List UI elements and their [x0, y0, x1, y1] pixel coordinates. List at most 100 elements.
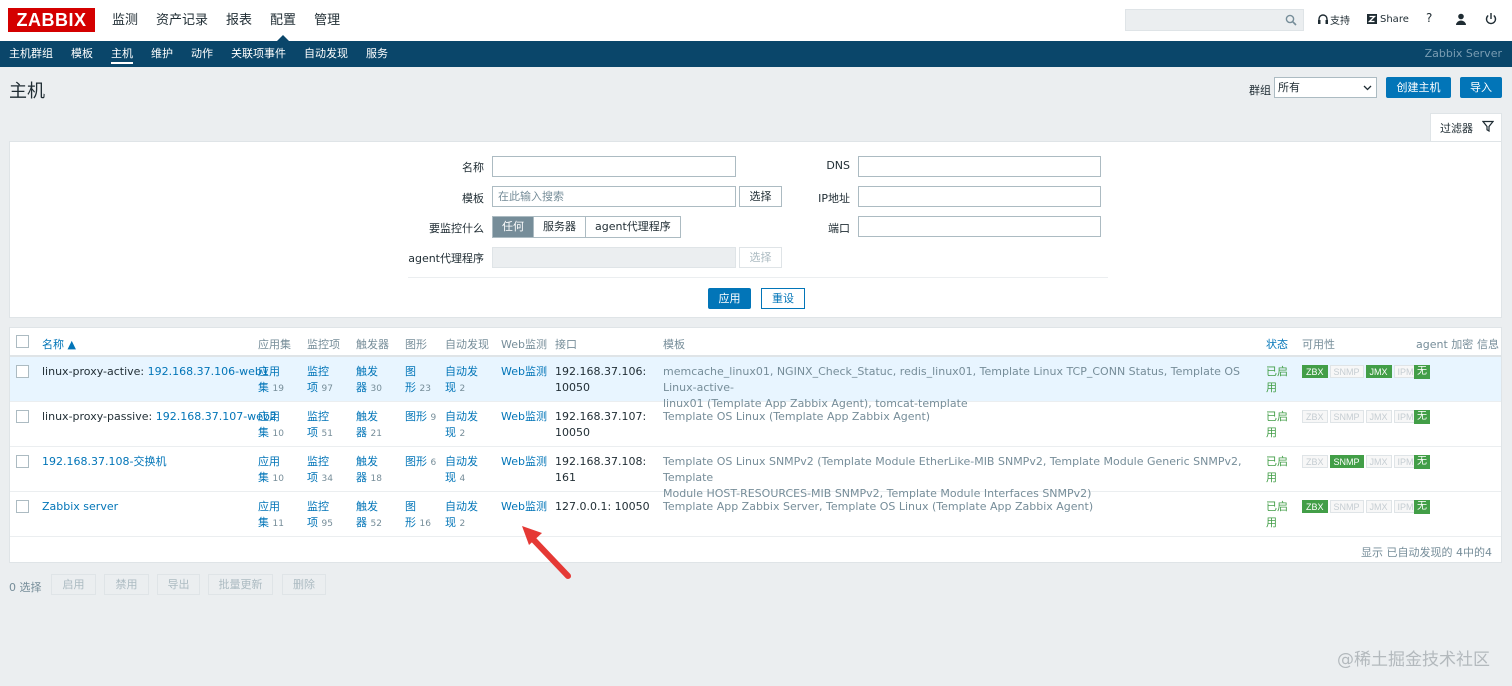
- name-input[interactable]: [492, 156, 736, 177]
- discovery-link[interactable]: 自动发现 2: [445, 499, 478, 532]
- submenu-correlation[interactable]: 关联项事件: [231, 41, 286, 67]
- web-monitoring-link[interactable]: Web监测: [501, 364, 547, 380]
- triggers-link[interactable]: 触发器 52: [356, 499, 382, 532]
- global-search-input[interactable]: [1125, 9, 1304, 31]
- interface-cell: 192.168.37.108: 161: [555, 455, 647, 484]
- share-link[interactable]: Share: [1366, 12, 1409, 26]
- snmp-badge: SNMP: [1329, 365, 1364, 378]
- support-link[interactable]: 支持: [1316, 12, 1350, 27]
- group-select[interactable]: 所有: [1274, 77, 1377, 98]
- items-link[interactable]: 监控项 95: [307, 499, 333, 532]
- submenu-actions[interactable]: 动作: [191, 41, 213, 67]
- monitored-proxy-option[interactable]: agent代理程序: [586, 217, 680, 237]
- templates-cell[interactable]: Template App Zabbix Server, Template OS …: [663, 499, 1261, 515]
- items-link[interactable]: 监控项 34: [307, 454, 333, 487]
- power-icon: [1485, 13, 1497, 25]
- hosts-table: 名称 ▲ 应用集 监控项 触发器 图形 自动发现 Web监测 接口 模板 状态 …: [9, 327, 1502, 563]
- applications-link[interactable]: 应用集 11: [258, 499, 284, 532]
- headset-icon: [1318, 13, 1328, 24]
- column-encryption: agent 加密: [1416, 338, 1474, 351]
- column-applications: 应用集: [258, 338, 291, 351]
- discovery-link[interactable]: 自动发现 4: [445, 454, 478, 487]
- graphs-link[interactable]: 图形 9: [405, 409, 436, 426]
- submenu-hosts[interactable]: 主机: [111, 41, 133, 67]
- support-label: 支持: [1330, 16, 1350, 27]
- user-profile-button[interactable]: [1454, 12, 1468, 26]
- select-all-checkbox[interactable]: [16, 335, 29, 348]
- triggers-link[interactable]: 触发器 18: [356, 454, 382, 487]
- status-enabled-link[interactable]: 已启用: [1266, 364, 1288, 396]
- templates-cell[interactable]: Template OS Linux (Template App Zabbix A…: [663, 409, 1261, 425]
- reset-button[interactable]: 重设: [761, 288, 805, 309]
- triggers-link[interactable]: 触发器 21: [356, 409, 382, 442]
- search-icon[interactable]: [1285, 14, 1297, 26]
- mass-update-button[interactable]: 批量更新: [208, 574, 273, 595]
- submenu-services[interactable]: 服务: [366, 41, 388, 67]
- dns-input[interactable]: [858, 156, 1101, 177]
- submenu-templates[interactable]: 模板: [71, 41, 93, 67]
- web-monitoring-link[interactable]: Web监测: [501, 454, 547, 470]
- column-name[interactable]: 名称 ▲: [42, 336, 76, 352]
- sign-out-button[interactable]: [1484, 12, 1498, 26]
- applications-link[interactable]: 应用集 10: [258, 409, 284, 442]
- column-interface: 接口: [555, 338, 577, 351]
- snmp-badge: SNMP: [1329, 410, 1364, 423]
- jmx-badge: JMX: [1365, 455, 1392, 468]
- encryption-badge: 无: [1414, 500, 1430, 514]
- discovery-link[interactable]: 自动发现 2: [445, 364, 478, 397]
- graphs-link[interactable]: 图形 6: [405, 454, 436, 471]
- apply-button[interactable]: 应用: [708, 288, 751, 309]
- filter-tab[interactable]: 过滤器: [1430, 113, 1502, 141]
- row-checkbox[interactable]: [16, 365, 29, 378]
- filter-tab-label: 过滤器: [1440, 122, 1473, 135]
- row-checkbox[interactable]: [16, 455, 29, 468]
- menu-monitoring[interactable]: 监测: [112, 0, 138, 41]
- items-link[interactable]: 监控项 51: [307, 409, 333, 442]
- submenu-discovery[interactable]: 自动发现: [304, 41, 348, 67]
- disable-button[interactable]: 禁用: [104, 574, 149, 595]
- web-monitoring-link[interactable]: Web监测: [501, 499, 547, 515]
- ip-input[interactable]: [858, 186, 1101, 207]
- submenu-maintenance[interactable]: 维护: [151, 41, 173, 67]
- group-label: 群组: [1249, 84, 1271, 97]
- delete-button[interactable]: 删除: [282, 574, 326, 595]
- template-select-button[interactable]: 选择: [739, 186, 782, 207]
- submenu-host-groups[interactable]: 主机群组: [9, 41, 53, 67]
- import-button[interactable]: 导入: [1460, 77, 1502, 98]
- graphs-link[interactable]: 图形 16: [405, 499, 431, 532]
- column-status[interactable]: 状态: [1266, 336, 1288, 352]
- help-button[interactable]: ?: [1426, 11, 1432, 25]
- zabbix-logo[interactable]: ZABBIX: [8, 8, 95, 32]
- chevron-down-icon: [1363, 85, 1372, 91]
- enable-button[interactable]: 启用: [51, 574, 96, 595]
- status-enabled-link[interactable]: 已启用: [1266, 499, 1288, 531]
- applications-link[interactable]: 应用集 10: [258, 454, 284, 487]
- host-name-cell: 192.168.37.108-交换机: [42, 454, 166, 470]
- triggers-link[interactable]: 触发器 30: [356, 364, 382, 397]
- port-input[interactable]: [858, 216, 1101, 237]
- host-name-link[interactable]: 192.168.37.106-web1: [148, 365, 269, 378]
- monitored-any-option[interactable]: 任何: [493, 217, 534, 237]
- interface-cell: 192.168.37.106: 10050: [555, 365, 647, 394]
- monitored-server-option[interactable]: 服务器: [534, 217, 586, 237]
- template-input[interactable]: 在此输入搜索: [492, 186, 736, 207]
- menu-inventory[interactable]: 资产记录: [156, 0, 208, 41]
- proxy-input[interactable]: [492, 247, 736, 268]
- menu-administration[interactable]: 管理: [314, 0, 340, 41]
- export-button[interactable]: 导出: [157, 574, 200, 595]
- host-name-link[interactable]: Zabbix server: [42, 500, 118, 513]
- menu-reports[interactable]: 报表: [226, 0, 252, 41]
- create-host-button[interactable]: 创建主机: [1386, 77, 1451, 98]
- applications-link[interactable]: 应用集 19: [258, 364, 284, 397]
- host-name-link[interactable]: 192.168.37.108-交换机: [42, 455, 166, 468]
- discovery-link[interactable]: 自动发现 2: [445, 409, 478, 442]
- row-checkbox[interactable]: [16, 410, 29, 423]
- row-checkbox[interactable]: [16, 500, 29, 513]
- status-enabled-link[interactable]: 已启用: [1266, 454, 1288, 486]
- web-monitoring-link[interactable]: Web监测: [501, 409, 547, 425]
- menu-configuration[interactable]: 配置: [270, 0, 296, 41]
- graphs-link[interactable]: 图形 23: [405, 364, 431, 397]
- proxy-select-button[interactable]: 选择: [739, 247, 782, 268]
- status-enabled-link[interactable]: 已启用: [1266, 409, 1288, 441]
- items-link[interactable]: 监控项 97: [307, 364, 333, 397]
